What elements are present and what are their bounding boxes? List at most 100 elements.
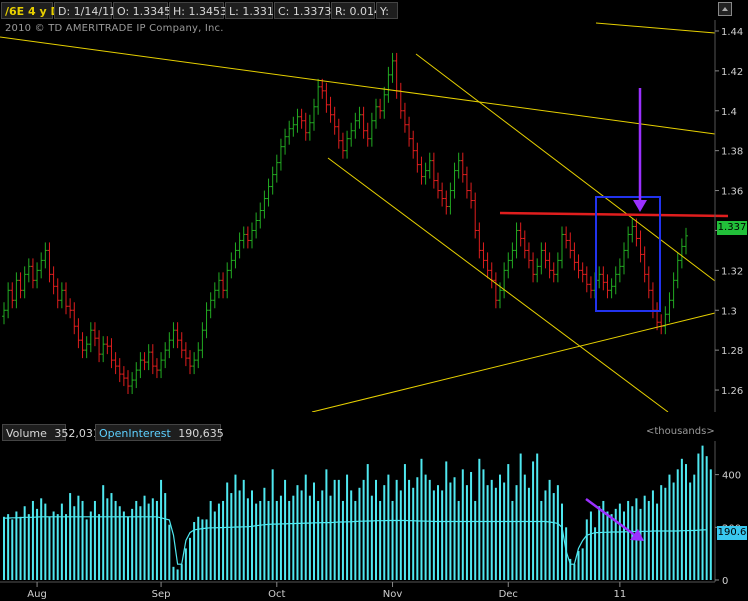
volume-bar [242, 479, 245, 580]
units-label: <thousands> [646, 426, 715, 437]
volume-bar [478, 458, 481, 580]
volume-bar [3, 516, 5, 580]
volume-bar [631, 506, 634, 580]
volume-bar [354, 500, 357, 580]
volume-label-group: Volume 352,031 [2, 424, 100, 441]
symbol-label[interactable]: /6E 4 y D [1, 2, 60, 19]
volume-bar [606, 511, 609, 580]
volume-bar [589, 511, 592, 580]
volume-bar [296, 485, 299, 580]
volume-bar [164, 493, 167, 580]
volume-bar [701, 445, 704, 580]
volume-bar [209, 500, 212, 580]
volume-bar [412, 487, 415, 580]
volume-bar [168, 524, 171, 580]
volume-bar [639, 508, 642, 580]
panel-separator[interactable] [0, 412, 748, 423]
volume-bar [85, 519, 88, 580]
volume-bar [300, 490, 303, 580]
volume-bar [370, 495, 373, 580]
volume-bar [428, 479, 431, 580]
volume-bar [155, 500, 158, 580]
volume-bar [60, 503, 63, 580]
volume-bar [102, 485, 105, 580]
volume-bar [651, 490, 654, 580]
volume-bar [391, 500, 394, 580]
volume-bar [11, 519, 14, 580]
volume-bar [65, 514, 67, 580]
volume-bar [279, 495, 282, 580]
volume-bar [147, 503, 150, 580]
volume-bar [52, 511, 55, 580]
volume-bar [246, 498, 249, 580]
volume-bar [552, 493, 555, 580]
volume-bar [89, 511, 92, 580]
volume-bar [230, 493, 233, 580]
price-tick-label: 1.3 [721, 306, 737, 317]
volume-bar [561, 503, 563, 580]
volume-bar [362, 479, 365, 580]
time-tick-label: Dec [499, 589, 518, 600]
volume-label: Volume [6, 427, 47, 440]
volume-bar [251, 490, 253, 580]
volume-bar [122, 511, 125, 580]
volume-bar [197, 516, 200, 580]
volume-bar [106, 498, 109, 580]
volume-bar [69, 493, 72, 580]
volume-bar [325, 469, 328, 580]
volume-bar [676, 469, 679, 580]
volume-bar [172, 566, 175, 580]
volume-bar [527, 487, 530, 580]
volume-bar [664, 487, 667, 580]
volume-bar [308, 495, 311, 580]
volume-bar [213, 511, 216, 580]
price-tick-label: 1.4 [721, 107, 737, 118]
price-tick-label: 1.44 [721, 27, 743, 38]
y-label: Y: [376, 2, 398, 19]
volume-bar [685, 464, 687, 580]
volume-bar [627, 500, 630, 580]
volume-bar [98, 514, 101, 580]
volume-bar [321, 490, 324, 580]
volume-bar [457, 500, 460, 580]
chart-canvas[interactable]: 1.441.421.41.381.361.341.321.31.281.26 4… [0, 0, 748, 601]
price-tick-label: 1.36 [721, 187, 743, 198]
volume-bar [470, 471, 473, 580]
volume-bar [329, 495, 332, 580]
current-price-tag: 1.337 [717, 221, 747, 235]
volume-bar [523, 474, 526, 580]
volume-bar [709, 469, 712, 580]
volume-bar [15, 511, 18, 580]
volume-bar [275, 500, 278, 580]
volume-bar [114, 500, 117, 580]
volume-bar [515, 485, 518, 580]
volume-bar [461, 469, 464, 580]
volume-bar [238, 490, 241, 580]
price-tick-label: 1.32 [721, 266, 743, 277]
volume-bar [263, 487, 266, 580]
volume-bar [532, 461, 535, 580]
volume-bar [598, 506, 601, 580]
volume-bar [482, 469, 485, 580]
volume-bar [420, 458, 423, 580]
volume-bar [48, 516, 51, 580]
volume-bar [180, 564, 183, 580]
volume-bar [494, 487, 497, 580]
volume-bar [81, 500, 84, 580]
volume-bar [77, 495, 80, 580]
volume-bar [366, 464, 369, 580]
volume-value: 352,031 [54, 427, 100, 440]
volume-bar [176, 569, 179, 580]
time-tick-label: Nov [383, 589, 403, 600]
collapse-button[interactable] [718, 2, 732, 16]
volume-bar [399, 490, 402, 580]
high-label: H: 1.3453 [169, 2, 227, 19]
volume-bar [317, 500, 320, 580]
volume-bar [292, 495, 295, 580]
volume-bar [610, 514, 613, 580]
volume-bar [226, 482, 229, 580]
volume-bar [490, 479, 493, 580]
volume-bar [333, 479, 336, 580]
time-tick-label: Oct [268, 589, 285, 600]
volume-bar [395, 479, 398, 580]
